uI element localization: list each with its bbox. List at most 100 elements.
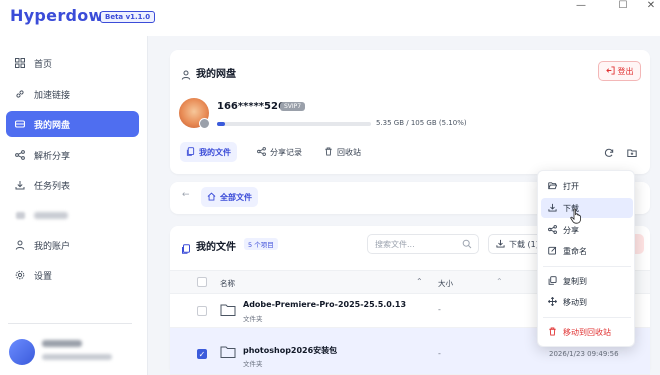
version-badge: Beta v1.1.0	[100, 11, 156, 23]
page-title: 我的网盘	[196, 69, 236, 80]
menu-item-download[interactable]: 下载	[541, 198, 633, 218]
folder-icon	[220, 304, 236, 316]
logout-label: 登出	[617, 66, 634, 76]
menu-divider	[543, 317, 631, 318]
blurred-label	[34, 211, 68, 219]
sidebar-item-my-account[interactable]: 我的账户	[6, 232, 139, 258]
grid-icon	[15, 58, 25, 68]
tab-my-files[interactable]: 我的文件	[180, 142, 237, 162]
tab-label: 分享记录	[270, 147, 302, 157]
sidebar-item-label: 首页	[34, 59, 53, 70]
close-button[interactable]: ✕	[636, 0, 660, 14]
file-type: 文件夹	[243, 360, 263, 368]
folder-icon	[220, 346, 236, 358]
file-date: 2026/1/23 09:49:56	[549, 350, 619, 358]
app-window: Hyperdown Beta v1.1.0 — ☐ ✕ 首页 加速链接 我的网盘…	[0, 0, 660, 375]
sidebar-item-label: 我的网盘	[34, 120, 71, 131]
sidebar-item-label: 任务列表	[34, 181, 71, 192]
menu-item-move-to-trash[interactable]: 移动到回收站	[541, 322, 633, 342]
profile-avatar	[179, 98, 210, 129]
username: 166*****526	[217, 101, 285, 112]
new-folder-button[interactable]	[624, 144, 640, 160]
menu-item-label: 复制到	[563, 276, 587, 286]
gear-icon	[15, 270, 25, 280]
file-name: Adobe-Premiere-Pro-2025-25.5.0.13	[243, 300, 407, 309]
folder-open-icon	[548, 181, 558, 192]
row-checkbox[interactable]	[197, 306, 207, 316]
vip-badge: SVIP7	[280, 102, 306, 111]
refresh-icon	[604, 143, 614, 162]
row-checkbox[interactable]: ✓	[197, 349, 207, 359]
home-icon	[207, 192, 216, 203]
search-placeholder: 搜索文件...	[375, 239, 415, 249]
trash-icon	[324, 146, 333, 158]
sort-arrow-icon[interactable]: ⌃	[496, 277, 503, 286]
search-icon	[462, 239, 472, 251]
copy-icon	[548, 275, 557, 287]
column-size[interactable]: 大小	[438, 278, 453, 289]
maximize-button[interactable]: ☐	[608, 0, 638, 14]
sidebar-item-my-drive[interactable]: 我的网盘	[6, 111, 139, 137]
menu-item-move-to[interactable]: 移动到	[541, 292, 633, 312]
sidebar-item-label: 设置	[34, 271, 53, 282]
trash-icon	[548, 326, 557, 338]
blurred-icon	[15, 210, 25, 220]
storage-progress-bar	[217, 122, 371, 126]
file-type: 文件夹	[243, 315, 263, 323]
context-menu: 打开 下载 分享 重命名 复制到 移动到 移动到回收站	[537, 170, 635, 347]
file-size: -	[438, 349, 441, 358]
files-icon	[181, 239, 191, 258]
sidebar-item-label: 我的账户	[34, 241, 71, 252]
share-icon	[548, 224, 557, 236]
back-arrow-icon[interactable]: ←	[182, 190, 190, 200]
menu-item-label: 移动到	[563, 297, 587, 307]
download-icon	[548, 203, 557, 214]
menu-item-share[interactable]: 分享	[541, 220, 633, 240]
user-icon	[181, 65, 191, 84]
download-icon	[15, 180, 25, 190]
sort-arrow-icon[interactable]: ⌃	[416, 277, 423, 286]
column-name[interactable]: 名称	[220, 278, 235, 289]
sidebar-item-parse-share[interactable]: 解析分享	[6, 142, 139, 168]
logout-button[interactable]: 登出	[598, 61, 641, 81]
edit-icon	[548, 246, 557, 257]
section-title: 我的文件	[196, 242, 236, 253]
download-icon	[496, 239, 505, 250]
menu-item-label: 打开	[563, 181, 579, 191]
search-input[interactable]: 搜索文件...	[367, 234, 479, 254]
select-all-checkbox[interactable]	[197, 277, 207, 287]
tab-recycle-bin[interactable]: 回收站	[318, 142, 367, 162]
sidebar-item-home[interactable]: 首页	[6, 50, 139, 76]
file-name: photoshop2026安装包	[243, 346, 338, 355]
share-icon	[15, 150, 25, 160]
sidebar-item-accelerate-link[interactable]: 加速链接	[6, 81, 139, 107]
logout-icon	[605, 65, 615, 77]
breadcrumb-root[interactable]: 全部文件	[201, 187, 258, 207]
minimize-button[interactable]: —	[566, 0, 596, 14]
move-icon	[547, 296, 558, 308]
blurred-username	[42, 340, 82, 347]
breadcrumb-label: 全部文件	[220, 192, 252, 202]
sidebar-divider	[8, 323, 132, 324]
blurred-email	[42, 354, 112, 360]
menu-item-open[interactable]: 打开	[541, 176, 633, 196]
user-avatar[interactable]	[9, 339, 35, 365]
storage-progress-fill	[217, 122, 225, 126]
link-icon	[15, 89, 25, 99]
share-icon	[257, 146, 266, 158]
menu-item-rename[interactable]: 重命名	[541, 241, 633, 261]
sidebar-item-blurred[interactable]	[6, 202, 139, 228]
sidebar-item-task-list[interactable]: 任务列表	[6, 172, 139, 198]
refresh-button[interactable]	[601, 144, 617, 160]
file-size: -	[438, 305, 441, 314]
menu-divider	[543, 266, 631, 267]
tab-label: 我的文件	[199, 147, 231, 157]
menu-item-label: 分享	[563, 225, 579, 235]
user-icon	[15, 240, 25, 250]
sidebar: 首页 加速链接 我的网盘 解析分享 任务列表 我的账户 设置	[0, 36, 148, 375]
menu-item-label: 移动到回收站	[563, 327, 611, 337]
sidebar-item-label: 加速链接	[34, 90, 71, 101]
sidebar-item-settings[interactable]: 设置	[6, 262, 139, 288]
menu-item-copy-to[interactable]: 复制到	[541, 271, 633, 291]
tab-share-records[interactable]: 分享记录	[251, 142, 308, 162]
